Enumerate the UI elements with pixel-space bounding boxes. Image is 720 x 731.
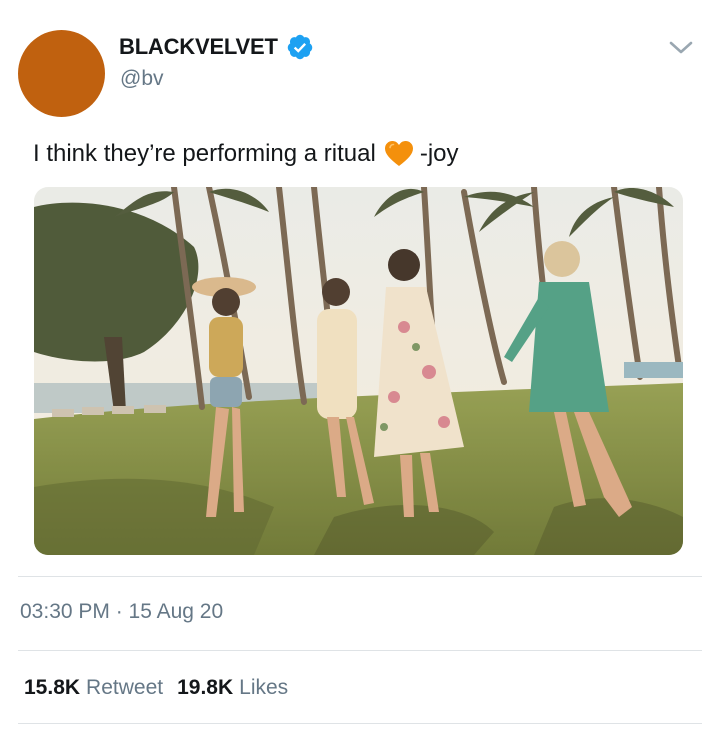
tweet-timestamp[interactable]: 03:30 PM · 15 Aug 20: [20, 600, 223, 624]
tweet-text-signature: -joy: [419, 140, 459, 167]
retweets-label: Retweet: [86, 676, 164, 699]
avatar[interactable]: [18, 30, 105, 117]
retweets-stat[interactable]: 15.8K Retweet: [24, 676, 163, 700]
likes-stat[interactable]: 19.8K Likes: [177, 676, 288, 700]
tweet-photo[interactable]: [34, 187, 683, 555]
chevron-down-icon[interactable]: [668, 38, 694, 58]
likes-label: Likes: [239, 676, 289, 699]
orange-heart-icon: [384, 140, 414, 168]
tweet-stats: 15.8K Retweet 19.8K Likes: [24, 676, 288, 700]
divider-bottom: [18, 723, 702, 724]
divider-top: [18, 576, 702, 577]
tweet-card: BLACKVELVET @bv I think they’re performi…: [0, 0, 720, 731]
divider-middle: [18, 650, 702, 651]
author-handle[interactable]: @bv: [120, 67, 164, 91]
retweets-count: 15.8K: [24, 676, 81, 699]
tweet-text: I think they’re performing a ritual -joy: [33, 140, 459, 168]
author-name-row: BLACKVELVET: [119, 33, 314, 61]
author-display-name[interactable]: BLACKVELVET: [119, 34, 278, 60]
tweet-text-main: I think they’re performing a ritual: [33, 140, 376, 167]
likes-count: 19.8K: [177, 676, 234, 699]
verified-badge-icon: [286, 33, 314, 61]
